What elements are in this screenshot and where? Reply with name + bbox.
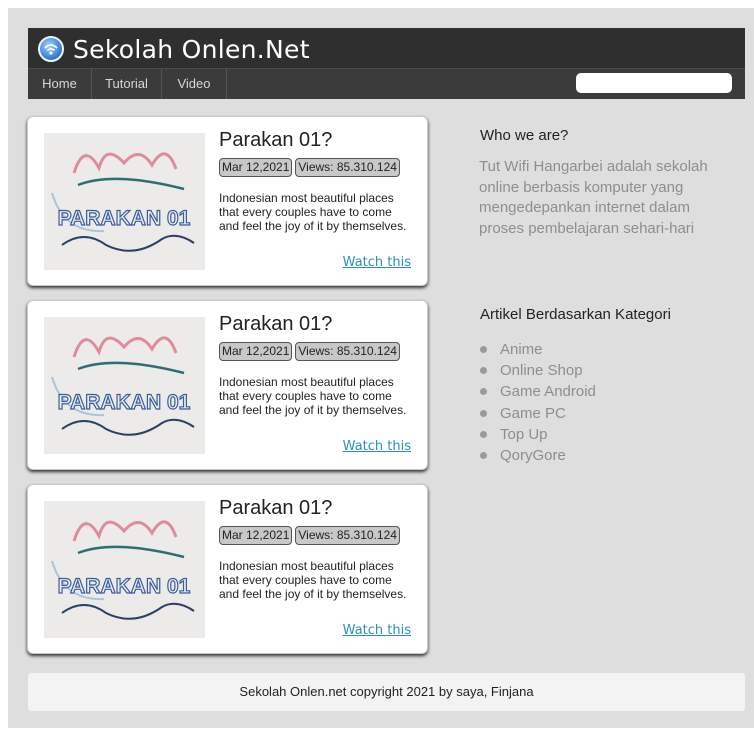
video-card: PARAKAN 01 Parakan 01? Mar 12,2021 Views… (28, 485, 427, 653)
watch-link[interactable]: Watch this (343, 255, 411, 270)
card-description: Indonesian most beautiful places that ev… (219, 559, 407, 601)
wifi-globe-icon (38, 36, 64, 62)
card-description: Indonesian most beautiful places that ev… (219, 375, 407, 417)
category-item[interactable]: Top Up (479, 426, 596, 447)
video-thumbnail[interactable]: PARAKAN 01 (44, 133, 205, 270)
video-thumbnail[interactable]: PARAKAN 01 (44, 317, 205, 454)
brand[interactable]: Sekolah Onlen.Net (38, 32, 310, 66)
navbar: Home Tutorial Video (28, 68, 745, 99)
views-badge: Views: 85.310.124 (295, 342, 400, 361)
card-meta: Mar 12,2021 Views: 85.310.124 (219, 526, 400, 545)
site-header: Sekolah Onlen.Net Home Tutorial Video (28, 28, 745, 99)
card-meta: Mar 12,2021 Views: 85.310.124 (219, 342, 400, 361)
search-input[interactable] (576, 73, 732, 93)
nav-video[interactable]: Video (162, 69, 227, 99)
category-item[interactable]: Game PC (479, 405, 596, 426)
card-title: Parakan 01? (219, 497, 333, 519)
date-badge: Mar 12,2021 (219, 526, 293, 545)
site-title: Sekolah Onlen.Net (73, 34, 310, 64)
views-badge: Views: 85.310.124 (295, 526, 400, 545)
card-title: Parakan 01? (219, 313, 333, 335)
category-item[interactable]: Anime (479, 341, 596, 362)
card-title: Parakan 01? (219, 129, 333, 151)
thumbnail-lettering: PARAKAN 01 (58, 207, 191, 230)
video-thumbnail[interactable]: PARAKAN 01 (44, 501, 205, 638)
category-heading: Artikel Berdasarkan Kategori (480, 306, 671, 323)
about-heading: Who we are? (480, 127, 569, 144)
category-item[interactable]: Game Android (479, 383, 596, 404)
category-item[interactable]: Online Shop (479, 362, 596, 383)
category-list: Anime Online Shop Game Android Game PC T… (479, 341, 596, 468)
thumbnail-lettering: PARAKAN 01 (58, 391, 191, 414)
card-description: Indonesian most beautiful places that ev… (219, 191, 407, 233)
date-badge: Mar 12,2021 (219, 158, 293, 177)
category-item[interactable]: QoryGore (479, 447, 596, 468)
card-meta: Mar 12,2021 Views: 85.310.124 (219, 158, 400, 177)
about-text: Tut Wifi Hangarbei adalah sekolah online… (479, 158, 708, 237)
nav-home[interactable]: Home (28, 69, 92, 99)
thumbnail-lettering: PARAKAN 01 (58, 575, 191, 598)
date-badge: Mar 12,2021 (219, 342, 293, 361)
video-card: PARAKAN 01 Parakan 01? Mar 12,2021 Views… (28, 117, 427, 285)
views-badge: Views: 85.310.124 (295, 158, 400, 177)
watch-link[interactable]: Watch this (343, 623, 411, 638)
nav-tutorial[interactable]: Tutorial (92, 69, 162, 99)
video-card: PARAKAN 01 Parakan 01? Mar 12,2021 Views… (28, 301, 427, 469)
site-footer: Sekolah Onlen.net copyright 2021 by saya… (28, 673, 745, 711)
watch-link[interactable]: Watch this (343, 439, 411, 454)
